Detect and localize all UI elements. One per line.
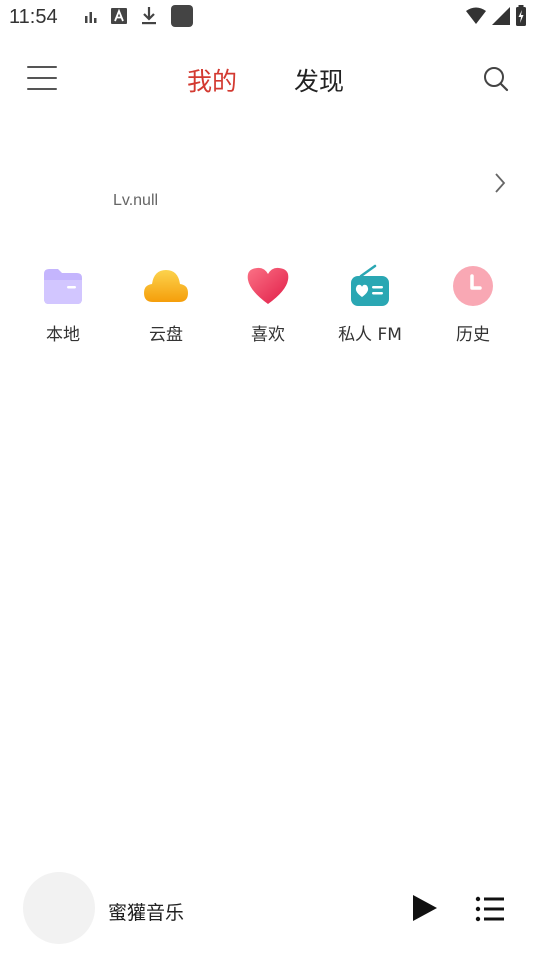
search-icon[interactable] (481, 64, 511, 94)
wifi-icon (465, 7, 487, 29)
quick-item-history[interactable]: 历史 (428, 262, 518, 345)
quick-label-local: 本地 (46, 325, 80, 345)
chevron-right-icon[interactable] (490, 170, 510, 196)
album-cover[interactable] (23, 872, 95, 944)
signal-bars-icon (84, 9, 98, 28)
play-icon[interactable] (408, 892, 440, 924)
status-notification-icons (84, 4, 194, 32)
heart-icon (244, 262, 292, 310)
quick-access-row: 本地 云盘 喜欢 私人 FM 历史 (0, 262, 537, 352)
cell-signal-icon (491, 6, 511, 30)
quick-label-favorites: 喜欢 (251, 325, 285, 345)
quick-item-favorites[interactable]: 喜欢 (223, 262, 313, 345)
user-level: Lv.null (113, 192, 159, 209)
quick-label-cloud: 云盘 (149, 325, 183, 345)
app-square-icon (170, 4, 194, 32)
quick-label-fm: 私人 FM (338, 325, 402, 345)
radio-icon (346, 262, 394, 310)
menu-icon-line (27, 66, 57, 68)
playlist-icon[interactable] (474, 894, 506, 924)
quick-item-fm[interactable]: 私人 FM (325, 262, 415, 345)
quick-item-cloud[interactable]: 云盘 (121, 262, 211, 345)
folder-icon (39, 262, 87, 310)
status-time: 11:54 (9, 6, 58, 28)
cloud-icon (142, 262, 190, 310)
download-icon (140, 6, 158, 30)
tab-mine[interactable]: 我的 (187, 62, 237, 98)
top-bar: 我的 发现 (0, 50, 537, 106)
quick-label-history: 历史 (456, 325, 490, 345)
profile-section[interactable]: Lv.null (0, 150, 537, 230)
quick-item-local[interactable]: 本地 (18, 262, 108, 345)
status-system-icons (465, 5, 527, 31)
clock-icon (449, 262, 497, 310)
tab-discover[interactable]: 发现 (294, 62, 344, 98)
menu-button[interactable] (24, 62, 60, 94)
menu-icon-line (27, 88, 57, 90)
status-bar: 11:54 (0, 0, 537, 36)
mini-player[interactable]: 蜜獾音乐 (0, 866, 537, 952)
song-title: 蜜獾音乐 (108, 902, 185, 924)
menu-icon-line (27, 77, 57, 79)
a-letter-icon (110, 7, 128, 29)
battery-charging-icon (515, 5, 527, 31)
